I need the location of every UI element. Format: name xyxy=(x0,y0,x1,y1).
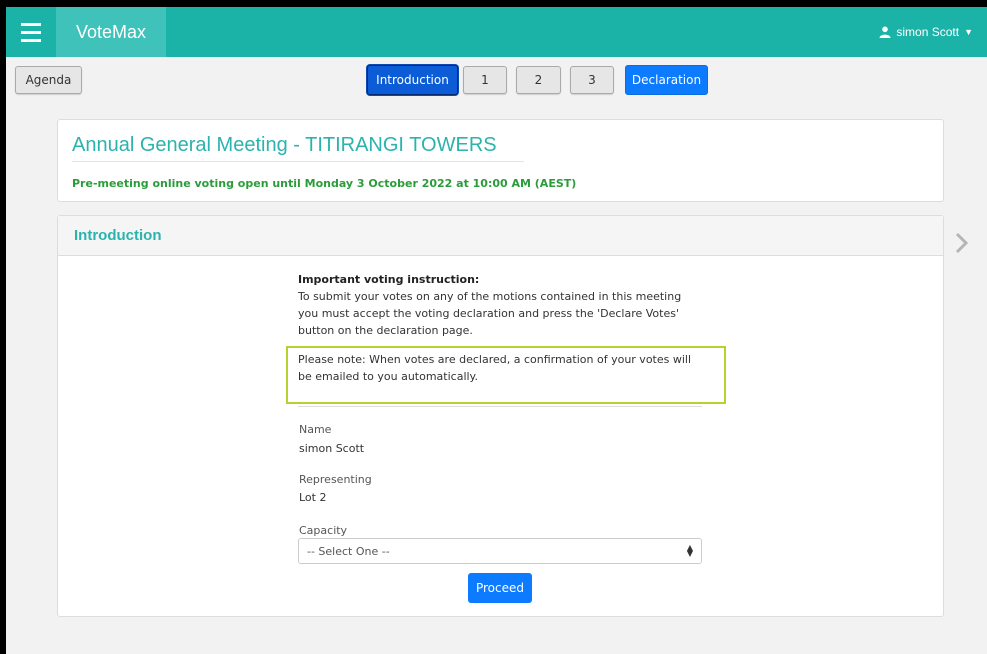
proceed-button[interactable]: Proceed xyxy=(468,573,532,603)
tab-step-2[interactable]: 2 xyxy=(516,66,561,94)
instruction-body: To submit your votes on any of the motio… xyxy=(298,290,682,337)
meeting-panel: Annual General Meeting - TITIRANGI TOWER… xyxy=(57,119,944,202)
agenda-button[interactable]: Agenda xyxy=(15,66,82,94)
tab-declaration[interactable]: Declaration xyxy=(625,65,708,95)
name-value: simon Scott xyxy=(299,442,365,455)
top-bar: VoteMax simon Scott ▼ xyxy=(6,7,987,57)
instruction-title: Important voting instruction: xyxy=(298,273,480,286)
user-name: simon Scott xyxy=(896,25,960,39)
tab-introduction[interactable]: Introduction xyxy=(367,65,458,95)
chevron-down-icon: ▼ xyxy=(964,27,973,37)
app-window: VoteMax simon Scott ▼ Agenda Introductio… xyxy=(6,7,987,654)
representing-label: Representing xyxy=(299,473,372,486)
hamburger-icon[interactable] xyxy=(6,7,56,57)
divider xyxy=(298,406,702,407)
voting-deadline: Pre-meeting online voting open until Mon… xyxy=(72,177,577,190)
representing-value: Lot 2 xyxy=(299,491,327,504)
capacity-select[interactable]: -- Select One -- ▲ ▼ xyxy=(298,538,702,564)
tab-step-3[interactable]: 3 xyxy=(570,66,614,94)
user-menu[interactable]: simon Scott ▼ xyxy=(879,7,973,57)
select-arrows-icon: ▲ ▼ xyxy=(686,543,693,558)
capacity-selected: -- Select One -- xyxy=(307,544,390,558)
note-highlight xyxy=(286,346,726,404)
introduction-panel: Introduction Important voting instructio… xyxy=(57,215,944,617)
user-icon xyxy=(879,26,891,38)
name-label: Name xyxy=(299,423,332,436)
instructions: Important voting instruction: To submit … xyxy=(298,271,704,339)
brand-logo[interactable]: VoteMax xyxy=(56,7,166,57)
chevron-right-icon[interactable] xyxy=(950,228,974,258)
capacity-label: Capacity xyxy=(299,524,348,537)
introduction-header: Introduction xyxy=(58,216,943,256)
tab-step-1[interactable]: 1 xyxy=(463,66,507,94)
meeting-title: Annual General Meeting - TITIRANGI TOWER… xyxy=(72,134,524,162)
